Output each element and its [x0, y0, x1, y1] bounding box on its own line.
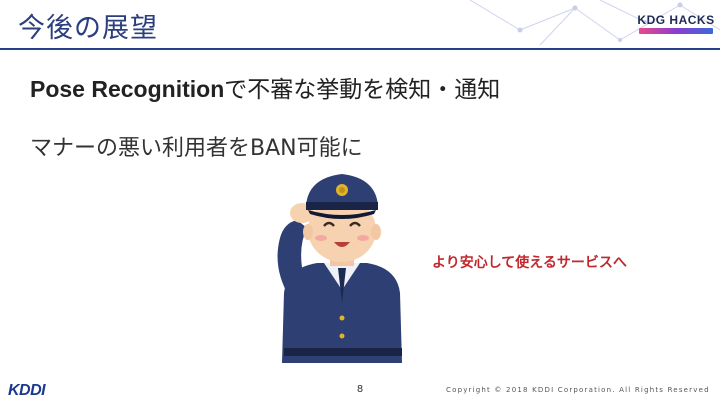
police-officer-icon — [277, 174, 402, 363]
slide-title: 今後の展望 — [18, 13, 158, 44]
bullet-ban-users: マナーの悪い利用者をBAN可能に — [30, 136, 363, 161]
logo-gradient-bar — [639, 28, 713, 34]
kddi-logo: KDDI — [8, 382, 46, 399]
copyright-notice: Copyright © 2018 KDDI Corporation. All R… — [446, 386, 710, 394]
header-divider — [0, 48, 720, 50]
bullet-pose-recognition: Pose Recognitionで不審な挙動を検知・通知 — [30, 70, 500, 104]
bullet-text: で不審な挙動を検知・通知 — [224, 77, 501, 103]
kdg-hacks-logo: KDG HACKS — [636, 13, 716, 41]
page-number: 8 — [356, 384, 364, 395]
logo-text: KDG HACKS — [637, 13, 715, 27]
bullet-bold-term: Pose Recognition — [30, 76, 225, 102]
callout-safer-service: より安心して使えるサービスへ — [432, 255, 627, 271]
